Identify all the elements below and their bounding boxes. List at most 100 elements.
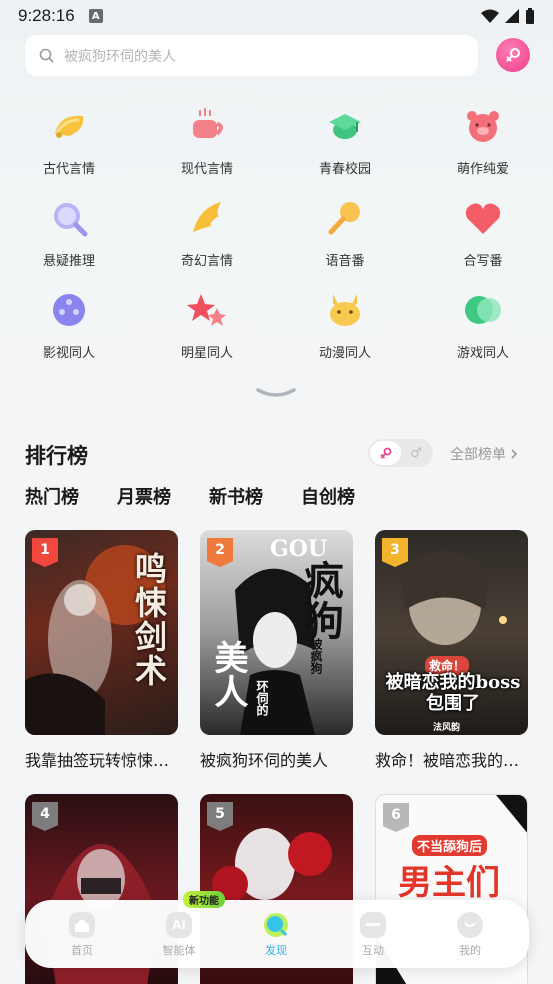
cover-text-top: 不当舔狗后 [412,835,488,856]
magnifier-icon [47,196,91,240]
nav-item-interact[interactable]: 互动 [343,912,403,958]
book-title: 我靠抽签玩转惊悚游戏 [25,751,178,770]
category-item[interactable]: 奇幻言情 [152,196,262,269]
category-item[interactable]: 古代言情 [14,104,124,177]
nav-item-profile[interactable]: 我的 [440,912,500,958]
gender-switch-button[interactable] [496,38,530,72]
tab-new[interactable]: 新书榜 [209,483,263,509]
cover-text-mid: 环伺的 [255,680,269,716]
category-item[interactable]: 游戏同人 [428,288,538,361]
category-item[interactable]: 萌作纯爱 [428,104,538,177]
heart-icon [461,196,505,240]
cover-text-bottom: 美人 [208,640,248,708]
chevron-right-icon [511,449,518,459]
category-label: 古代言情 [42,162,95,177]
nav-label: 我的 [459,944,481,957]
category-item[interactable]: 语音番 [290,196,400,269]
category-item[interactable]: 青春校园 [290,104,400,177]
category-label: 奇幻言情 [180,254,233,269]
cover-text: 男主们 [398,863,500,903]
search-placeholder: 被疯狗环伺的美人 [64,48,176,65]
category-label: 合写番 [463,254,503,269]
category-item[interactable]: 合写番 [428,196,538,269]
category-item[interactable]: 动漫同人 [290,288,400,361]
nav-item-discover[interactable]: 发现 [246,912,306,958]
book-cover: 救命！ 被暗恋我的boss包围了 法风韵 3 [375,530,528,735]
toggle-female-option[interactable] [370,441,401,465]
rank-badge: 2 [207,538,233,567]
stars-icon [185,288,229,332]
all-rankings-link[interactable]: 全部榜单 [450,444,518,464]
search-icon [39,48,54,63]
book-cover: 鸣悚剑术 1 [25,530,178,735]
rank-badge: 1 [32,538,58,567]
pikachu-face-icon [323,288,367,332]
rank-badge: 5 [207,802,233,831]
all-rankings-label: 全部榜单 [450,447,506,463]
signal-icon [505,9,519,23]
collapse-chevron-icon[interactable] [256,386,296,400]
book-card[interactable]: 鸣悚剑术 1 我靠抽签玩转惊悚游戏 [25,530,178,771]
nav-label: 智能体 [162,944,196,957]
book-card[interactable]: 救命！ 被暗恋我的boss包围了 法风韵 3 救命！被暗恋我的boss包围了！ [375,530,528,771]
category-label: 明星同人 [180,346,233,361]
cover-text-side: 被疯狗 [309,638,323,674]
female-symbol-icon [506,48,520,62]
nav-label: 首页 [71,944,93,957]
wifi-icon [481,9,499,23]
cover-text: 疯狗 [297,560,344,640]
category-item[interactable]: 明星同人 [152,288,262,361]
cover-text: 被暗恋我的boss包围了 [385,672,521,714]
discover-icon [263,912,289,938]
category-item[interactable]: 影视同人 [14,288,124,361]
category-label: 影视同人 [42,346,95,361]
category-item[interactable]: 现代言情 [152,104,262,177]
pig-face-icon [461,104,505,148]
tab-hot[interactable]: 热门榜 [25,483,79,511]
female-symbol-icon [379,447,391,459]
graduation-cap-icon [323,104,367,148]
ranking-title: 排行榜 [25,444,88,468]
tab-monthly[interactable]: 月票榜 [117,483,171,509]
fan-icon [47,104,91,148]
rank-badge: 3 [382,538,408,567]
battery-icon [526,8,534,24]
new-feature-badge: 新功能 [183,891,225,908]
category-label: 动漫同人 [318,346,371,361]
tab-original[interactable]: 自创榜 [301,483,355,509]
cover-text-top: GOU [270,536,328,562]
game-controller-icon [461,288,505,332]
category-item[interactable]: 悬疑推理 [14,196,124,269]
bottom-nav: 新功能 首页 AI 智能体 发现 互动 我的 [25,891,529,968]
category-label: 萌作纯爱 [456,162,509,177]
book-title: 被疯狗环伺的美人 [200,751,329,770]
status-bar: 9:28:16 A [0,0,553,32]
notification-icon: A [88,9,103,23]
ai-icon: AI [166,912,192,938]
category-label: 现代言情 [180,162,233,177]
category-label: 语音番 [325,254,365,269]
rank-badge: 6 [383,803,409,832]
microphone-icon [323,196,367,240]
coffee-cup-icon [185,104,229,148]
search-input[interactable]: 被疯狗环伺的美人 [25,35,478,76]
book-title: 救命！被暗恋我的boss包围了！ [375,751,528,770]
category-label: 青春校园 [318,162,371,177]
gender-toggle[interactable]: ♂ [368,439,433,467]
profile-icon [457,912,483,938]
chat-icon [360,912,386,938]
rank-badge: 4 [32,802,58,831]
category-label: 悬疑推理 [42,254,95,269]
nav-item-home[interactable]: 首页 [52,912,112,958]
film-reel-icon [47,288,91,332]
ranking-tabs: 热门榜 月票榜 新书榜 自创榜 [25,483,393,511]
book-cover: GOU 疯狗 被疯狗 美人 环伺的 2 [200,530,353,735]
wing-icon [185,196,229,240]
cover-text: 鸣悚剑术 [130,552,168,688]
status-time: 9:28:16 [18,6,75,25]
cover-text-footer: 法风韵 [433,723,461,733]
nav-item-ai-agent[interactable]: AI 智能体 [149,912,209,958]
book-card[interactable]: GOU 疯狗 被疯狗 美人 环伺的 2 被疯狗环伺的美人 [200,530,353,771]
nav-label: 互动 [362,944,384,957]
toggle-male-option[interactable]: ♂ [401,446,431,461]
